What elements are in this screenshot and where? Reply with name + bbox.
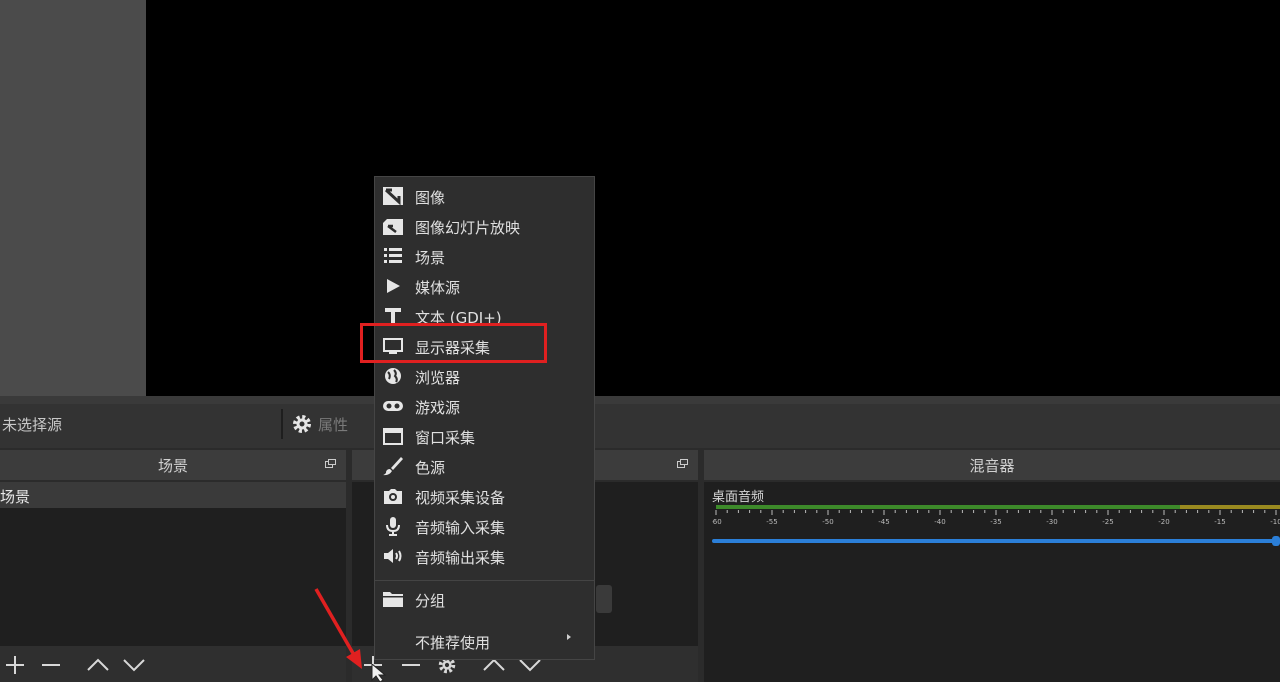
microphone-icon [386,517,400,536]
menu-item-label: 窗口采集 [415,429,476,447]
menu-item-label: 图像幻灯片放映 [415,219,521,237]
move-up-icon[interactable] [86,655,110,675]
window-icon [383,428,403,445]
scenes-dock-title: 场景 [157,456,188,475]
source-toolbar [0,404,1280,448]
volume-slider[interactable] [712,539,1278,543]
meter-tick-label: -45 [878,518,889,526]
menu-item-label: 图像 [415,189,446,207]
audio-meter-green [716,505,1180,509]
menu-item-color-source[interactable]: 色源 [375,451,594,481]
audio-meter-yellow [1180,505,1280,509]
meter-tick-label: -25 [1102,518,1113,526]
toolbar-separator [281,409,283,439]
move-down-icon[interactable] [122,655,146,675]
mouse-cursor-icon [371,664,387,682]
menu-item-label: 场景 [415,249,446,267]
meter-tick-label: -50 [822,518,833,526]
menu-item-label: 分组 [415,592,446,610]
menu-item-label: 浏览器 [415,369,461,387]
menu-item-label: 视频采集设备 [415,489,506,507]
menu-item-label: 媒体源 [415,279,461,297]
gamepad-icon [383,401,403,411]
menu-item-scene[interactable]: 场景 [375,241,594,271]
preview-divider [0,396,1280,404]
menu-item-label: 游戏源 [415,399,461,417]
float-dock-icon[interactable] [325,459,336,468]
preview-canvas[interactable] [146,0,1280,396]
play-icon [387,279,400,293]
menu-item-media-source[interactable]: 媒体源 [375,271,594,301]
meter-tick-label: -15 [1214,518,1225,526]
menu-item-label: 音频输入采集 [415,519,506,537]
properties-button[interactable]: 属性 [290,408,362,440]
meter-tick-label: -10 [1270,518,1280,526]
meter-tick-label: -40 [934,518,945,526]
properties-label: 属性 [318,415,349,434]
mixer-dock-title: 混音器 [969,456,1015,475]
scenes-toolbar [0,646,346,682]
list-icon [384,248,402,263]
no-source-selected-label: 未选择源 [2,416,63,434]
source-item-visibility[interactable] [596,585,612,613]
speaker-icon [384,549,402,563]
menu-item-label: 不推荐使用 [415,634,491,652]
meter-tick-label: -35 [990,518,1001,526]
menu-item-image-slideshow[interactable]: 图像幻灯片放映 [375,211,594,241]
menu-item-video-capture-device[interactable]: 视频采集设备 [375,481,594,511]
meter-tick-label: -55 [766,518,777,526]
left-panel [0,0,146,396]
menu-item-group[interactable]: 分组 [375,584,594,614]
menu-item-label: 色源 [415,459,446,477]
globe-icon [385,368,401,384]
image-icon [383,187,403,206]
add-source-context-menu: 图像 图像幻灯片放映 场景 媒体源 文本 (GDI+) 显示器采集 浏览器 游戏… [374,176,595,660]
highlight-annotation [360,323,547,363]
meter-tick-label: -60 [712,518,722,526]
brush-icon [383,457,403,476]
scene-item-label: 场景 [0,488,31,506]
menu-item-image[interactable]: 图像 [375,181,594,211]
camera-icon [384,489,402,504]
menu-item-game-capture[interactable]: 游戏源 [375,391,594,421]
mixer-dock-header: 混音器 [704,450,1280,480]
menu-separator [375,580,594,581]
scene-list-item[interactable] [0,482,346,508]
float-dock-icon[interactable] [677,459,688,468]
add-scene-icon[interactable] [4,655,26,675]
gear-icon [293,415,311,433]
menu-item-browser[interactable]: 浏览器 [375,361,594,391]
meter-scale: -60 -55 -50 -45 -40 -35 -30 -25 -20 -15 -10 [712,510,1280,526]
menu-item-window-capture[interactable]: 窗口采集 [375,421,594,451]
scenes-dock-header: 场景 [0,450,346,480]
menu-item-audio-output-capture[interactable]: 音频输出采集 [375,541,594,571]
remove-scene-icon[interactable] [40,655,62,675]
slideshow-icon [383,219,403,235]
mixer-track-name: 桌面音频 [712,490,765,505]
menu-item-label: 音频输出采集 [415,549,506,567]
submenu-arrow-icon [567,634,571,640]
meter-tick-label: -20 [1158,518,1169,526]
folder-icon [383,592,403,607]
menu-item-deprecated[interactable]: 不推荐使用 [375,626,594,656]
meter-tick-label: -30 [1046,518,1057,526]
menu-item-audio-input-capture[interactable]: 音频输入采集 [375,511,594,541]
volume-slider-handle[interactable] [1272,536,1280,546]
